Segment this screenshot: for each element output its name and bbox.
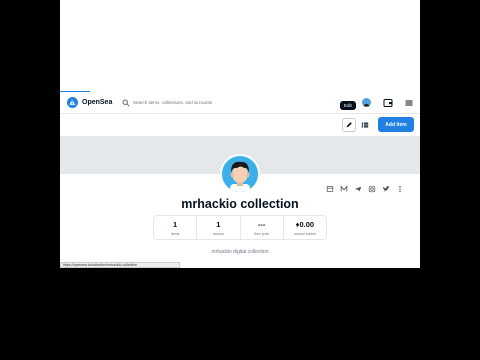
stat-label: owners bbox=[212, 231, 225, 236]
edit-icon bbox=[346, 122, 352, 128]
instagram-icon[interactable] bbox=[368, 185, 376, 193]
activity-icon[interactable] bbox=[326, 185, 334, 193]
stat-items[interactable]: 1 items bbox=[154, 216, 198, 239]
telegram-icon[interactable] bbox=[354, 185, 362, 193]
collection-avatar[interactable] bbox=[220, 154, 260, 194]
search-bar[interactable] bbox=[122, 96, 352, 109]
search-icon bbox=[122, 98, 130, 107]
collection-description: mrhackio digital collection bbox=[211, 249, 269, 255]
collection-title: mrhackio collection bbox=[181, 197, 299, 211]
bottom-black-area bbox=[60, 268, 420, 360]
stat-label: volume traded bbox=[293, 231, 316, 236]
right-black-bar bbox=[420, 0, 480, 360]
stat-owners[interactable]: 1 owners bbox=[197, 216, 241, 239]
stat-value: --- bbox=[257, 219, 266, 229]
stat-floor-price[interactable]: --- floor price bbox=[241, 216, 284, 239]
stat-label: items bbox=[170, 231, 180, 236]
left-black-bar bbox=[0, 0, 60, 360]
search-input[interactable] bbox=[133, 100, 333, 105]
edit-button[interactable] bbox=[342, 118, 356, 132]
opensea-logo-icon[interactable] bbox=[67, 97, 78, 108]
stat-label: floor price bbox=[253, 231, 270, 236]
wallet-icon[interactable] bbox=[383, 98, 393, 108]
more-icon[interactable] bbox=[396, 185, 404, 193]
social-links bbox=[326, 185, 404, 193]
menu-icon[interactable] bbox=[404, 98, 414, 108]
collection-stats: 1 items 1 owners --- floor price ♦0.00 v… bbox=[153, 215, 327, 240]
add-item-button[interactable]: Add item bbox=[378, 117, 414, 132]
stat-value: ♦0.00 bbox=[295, 219, 315, 229]
collection-toolbar: Add item bbox=[60, 114, 420, 136]
browser-viewport: OpenSea Edit Add item bbox=[60, 0, 420, 360]
edit-tooltip: Edit bbox=[340, 101, 356, 110]
list-button[interactable] bbox=[359, 119, 371, 131]
medium-icon[interactable] bbox=[340, 185, 348, 193]
top-navbar: OpenSea bbox=[60, 92, 420, 114]
stat-value: 1 bbox=[216, 219, 221, 229]
account-avatar[interactable] bbox=[362, 98, 371, 107]
stat-volume-traded[interactable]: ♦0.00 volume traded bbox=[284, 216, 326, 239]
brand-name[interactable]: OpenSea bbox=[82, 99, 112, 106]
cartoon-face-icon bbox=[230, 161, 250, 192]
stat-value: 1 bbox=[173, 219, 178, 229]
list-icon bbox=[361, 122, 369, 128]
twitter-icon[interactable] bbox=[382, 185, 390, 193]
